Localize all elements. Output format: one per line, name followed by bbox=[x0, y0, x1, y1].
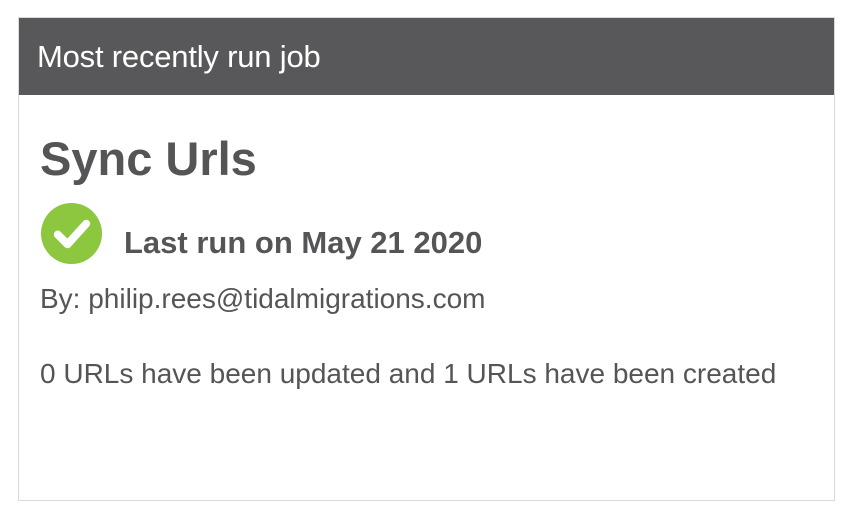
card-body: Sync Urls Last run on May 21 2020 By: ph… bbox=[19, 95, 834, 395]
run-by-text: By: philip.rees@tidalmigrations.com bbox=[40, 283, 486, 314]
job-status-row: Last run on May 21 2020 bbox=[40, 202, 813, 265]
card-header-title: Most recently run job bbox=[37, 38, 321, 74]
check-circle-icon bbox=[40, 202, 103, 265]
job-summary-text: 0 URLs have been updated and 1 URLs have… bbox=[40, 358, 777, 389]
last-run-text: Last run on May 21 2020 bbox=[124, 224, 483, 260]
job-title: Sync Urls bbox=[40, 132, 257, 185]
check-circle-background bbox=[40, 202, 103, 265]
card-header: Most recently run job bbox=[19, 18, 834, 95]
recent-job-card: Most recently run job Sync Urls Last run… bbox=[18, 17, 835, 501]
